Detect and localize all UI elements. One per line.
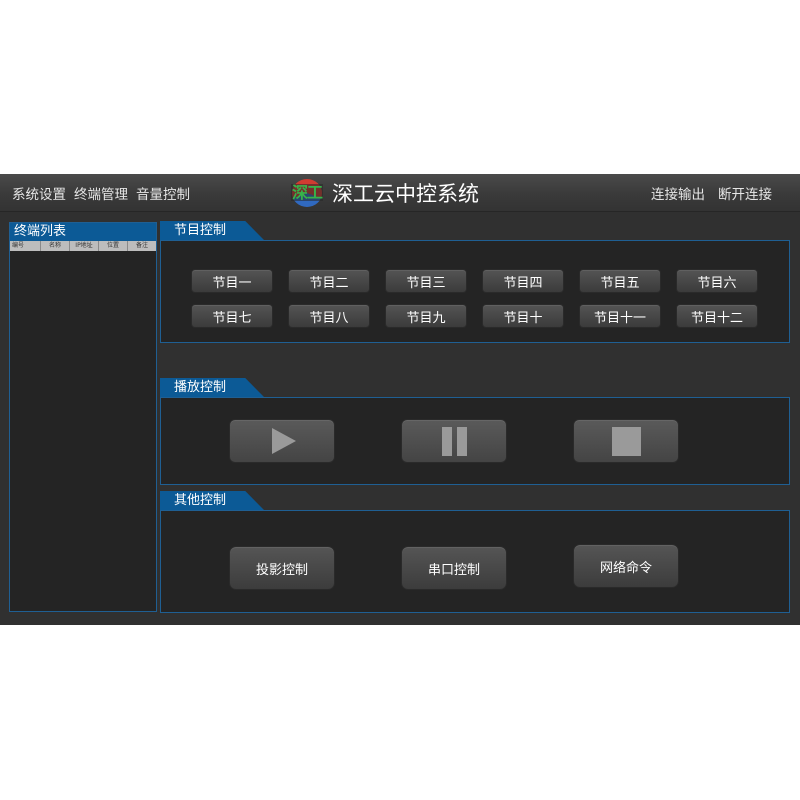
column-header-name[interactable]: 名称 xyxy=(41,241,70,251)
brand: 深工 深工云中控系统 xyxy=(290,174,479,211)
nav-terminal-management[interactable]: 终端管理 xyxy=(74,183,128,203)
terminal-list-panel: 终端列表 编号 名称 IP地址 位置 备注 xyxy=(9,222,157,612)
nav-system-settings[interactable]: 系统设置 xyxy=(12,183,66,203)
serial-control-button[interactable]: 串口控制 xyxy=(401,546,507,590)
program-button-3[interactable]: 节目三 xyxy=(385,269,467,293)
program-button-8[interactable]: 节目八 xyxy=(288,304,370,328)
app-title: 深工云中控系统 xyxy=(332,181,479,206)
other-control-box: 投影控制 串口控制 网络命令 xyxy=(160,510,790,613)
program-button-12[interactable]: 节目十二 xyxy=(676,304,758,328)
program-control-box: 节目一 节目二 节目三 节目四 节目五 节目六 节目七 节目八 节目九 节目十 … xyxy=(160,240,790,343)
network-command-button[interactable]: 网络命令 xyxy=(573,544,679,588)
top-nav-right: 连接输出 断开连接 xyxy=(651,174,772,211)
nav-volume-control[interactable]: 音量控制 xyxy=(136,183,190,203)
stop-icon xyxy=(611,426,641,456)
program-button-4[interactable]: 节目四 xyxy=(482,269,564,293)
program-button-2[interactable]: 节目二 xyxy=(288,269,370,293)
other-control-section: 其他控制 投影控制 串口控制 网络命令 xyxy=(160,491,790,613)
program-control-tab: 节目控制 xyxy=(160,221,264,240)
column-header-location[interactable]: 位置 xyxy=(99,241,128,251)
program-button-6[interactable]: 节目六 xyxy=(676,269,758,293)
program-button-11[interactable]: 节目十一 xyxy=(579,304,661,328)
program-control-section: 节目控制 节目一 节目二 节目三 节目四 节目五 节目六 节目七 节目八 节目九… xyxy=(160,221,790,343)
program-button-10[interactable]: 节目十 xyxy=(482,304,564,328)
logo: 深工 xyxy=(290,178,324,208)
terminal-list-columns: 编号 名称 IP地址 位置 备注 xyxy=(10,241,156,251)
top-nav-left: 系统设置 终端管理 音量控制 xyxy=(12,174,190,211)
terminal-list-title: 终端列表 xyxy=(10,223,156,241)
program-button-7[interactable]: 节目七 xyxy=(191,304,273,328)
nav-connect-output[interactable]: 连接输出 xyxy=(651,183,705,203)
projector-control-button[interactable]: 投影控制 xyxy=(229,546,335,590)
other-control-tab: 其他控制 xyxy=(160,491,264,510)
program-button-5[interactable]: 节目五 xyxy=(579,269,661,293)
column-header-note[interactable]: 备注 xyxy=(128,241,156,251)
play-icon xyxy=(272,428,296,454)
column-header-id[interactable]: 编号 xyxy=(10,241,41,251)
playback-control-tab: 播放控制 xyxy=(160,378,264,397)
pause-icon xyxy=(441,426,467,456)
playback-control-box xyxy=(160,397,790,485)
program-button-1[interactable]: 节目一 xyxy=(191,269,273,293)
app-window: 系统设置 终端管理 音量控制 深工 深工云中控系统 连接输出 断开连接 终端列表… xyxy=(0,174,800,625)
top-bar: 系统设置 终端管理 音量控制 深工 深工云中控系统 连接输出 断开连接 xyxy=(0,174,800,212)
playback-control-section: 播放控制 xyxy=(160,378,790,485)
pause-button[interactable] xyxy=(401,419,507,463)
column-header-ip[interactable]: IP地址 xyxy=(70,241,99,251)
nav-disconnect[interactable]: 断开连接 xyxy=(718,183,772,203)
play-button[interactable] xyxy=(229,419,335,463)
program-button-9[interactable]: 节目九 xyxy=(385,304,467,328)
logo-text: 深工 xyxy=(290,183,323,202)
program-button-grid: 节目一 节目二 节目三 节目四 节目五 节目六 节目七 节目八 节目九 节目十 … xyxy=(191,269,758,328)
stop-button[interactable] xyxy=(573,419,679,463)
